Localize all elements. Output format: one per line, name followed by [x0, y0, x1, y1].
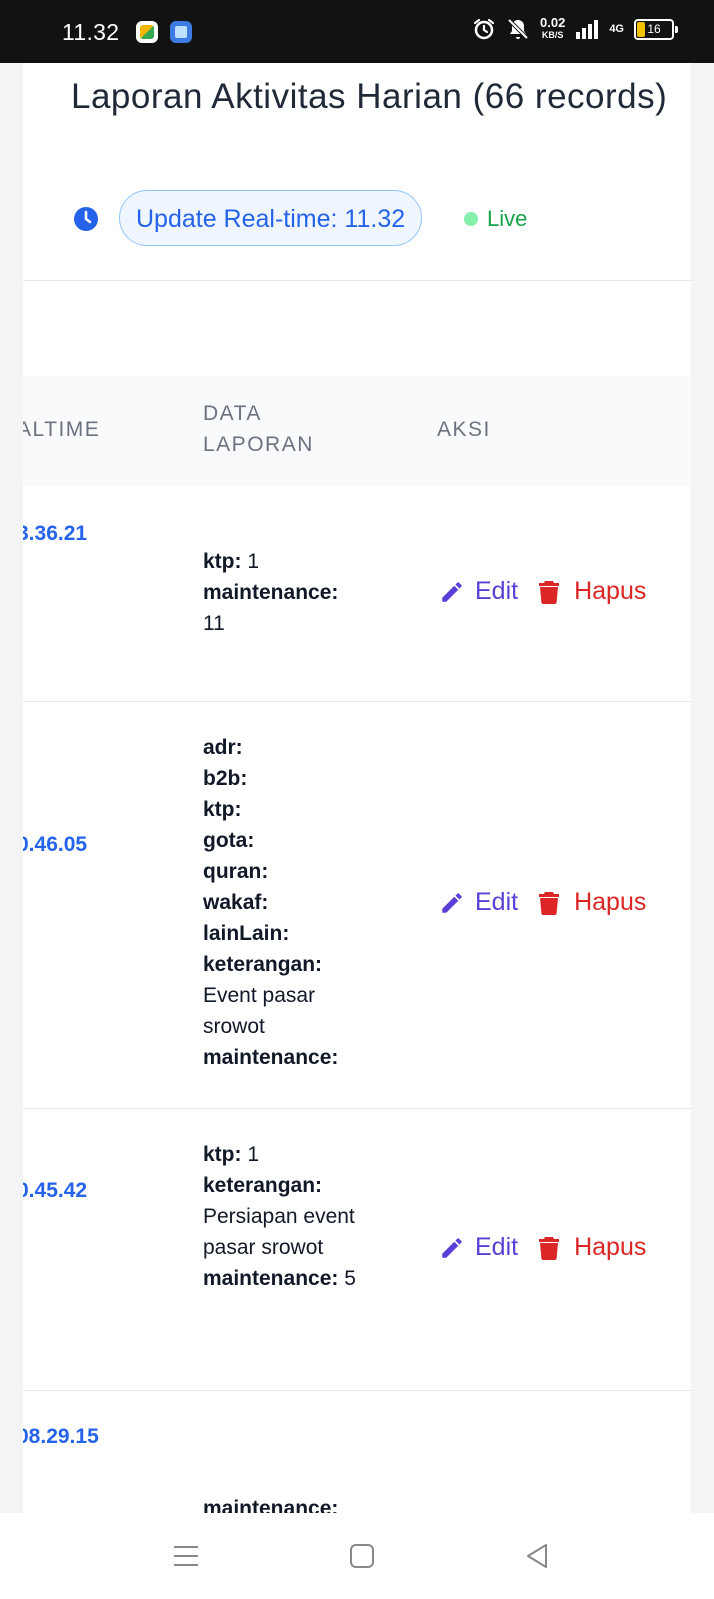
row-actions: Edit Hapus: [439, 577, 646, 606]
home-icon[interactable]: [346, 1540, 378, 1572]
pencil-icon: [442, 892, 462, 913]
trash-icon: [539, 580, 560, 604]
alarm-icon: [473, 18, 495, 40]
table-row: 0.46.05 adr: b2b: ktp: gota: quran: waka…: [23, 702, 691, 1109]
left-gutter: [0, 63, 23, 1513]
menu-icon[interactable]: [170, 1540, 202, 1572]
table-row: 3.36.21 ktp: 1 maintenance: 11 Edit Hapu…: [23, 486, 691, 702]
battery-icon: 16: [634, 18, 678, 40]
table-row: 0.45.42 ktp: 1 keterangan: Persiapan eve…: [23, 1109, 691, 1391]
status-time: 11.32: [62, 19, 120, 45]
row-data: adr: b2b: ktp: gota: quran: wakaf: lainL…: [203, 736, 339, 1069]
row-actions: Edit Hapus: [439, 1233, 646, 1262]
pencil-icon: [442, 581, 462, 602]
status-icons: 0.02 KB/S 4G 16: [472, 15, 678, 41]
status-bar: 11.32 0.02 KB/S 4G 16: [0, 0, 714, 63]
system-nav-bar: [0, 1513, 714, 1599]
edit-button[interactable]: Edit: [439, 577, 518, 606]
delete-button[interactable]: Hapus: [538, 888, 646, 917]
mute-icon: [507, 18, 529, 40]
row-time: 08.29.15: [23, 1425, 99, 1448]
row-time: 3.36.21: [23, 522, 88, 545]
row-data: ktp: 1 keterangan: Persiapan event pasar…: [203, 1143, 356, 1290]
divider: [23, 280, 691, 281]
row-time: 0.45.42: [23, 1179, 88, 1202]
column-header-actions: AKSI: [437, 418, 491, 441]
column-header-data: DATA LAPORAN: [203, 402, 314, 456]
main-content[interactable]: Laporan Aktivitas Harian (66 records) Up…: [23, 63, 691, 1513]
live-indicator-dot: [464, 212, 478, 226]
delete-button[interactable]: Hapus: [538, 577, 646, 606]
app-notification-icon: [170, 21, 192, 43]
row-data: maintenance:: [203, 1497, 339, 1513]
column-header-time: ALTIME: [23, 418, 101, 441]
delete-button[interactable]: Hapus: [538, 1233, 646, 1262]
app-notification-icon: [136, 21, 158, 43]
back-icon[interactable]: [521, 1540, 553, 1572]
page-title: Laporan Aktivitas Harian (66 records): [71, 77, 668, 116]
table-row: 08.29.15 maintenance:: [23, 1391, 691, 1513]
edit-button[interactable]: Edit: [439, 1233, 518, 1262]
row-time: 0.46.05: [23, 833, 88, 856]
net-speed: 0.02 KB/S: [540, 15, 566, 40]
table-header: ALTIME DATA LAPORAN AKSI: [23, 376, 691, 487]
live-label: Live: [487, 206, 528, 231]
row-data: ktp: 1 maintenance: 11: [203, 550, 339, 635]
trash-icon: [539, 891, 560, 915]
edit-button[interactable]: Edit: [439, 888, 518, 917]
realtime-update-badge: Update Real-time: 11.32: [119, 190, 423, 246]
right-gutter: [691, 63, 714, 1513]
signal-4g-icon: 4G: [609, 23, 624, 35]
trash-icon: [539, 1236, 560, 1260]
pencil-icon: [442, 1237, 462, 1258]
signal-icon: [576, 20, 599, 39]
clock-icon: [74, 207, 98, 231]
row-actions: Edit Hapus: [439, 888, 646, 917]
